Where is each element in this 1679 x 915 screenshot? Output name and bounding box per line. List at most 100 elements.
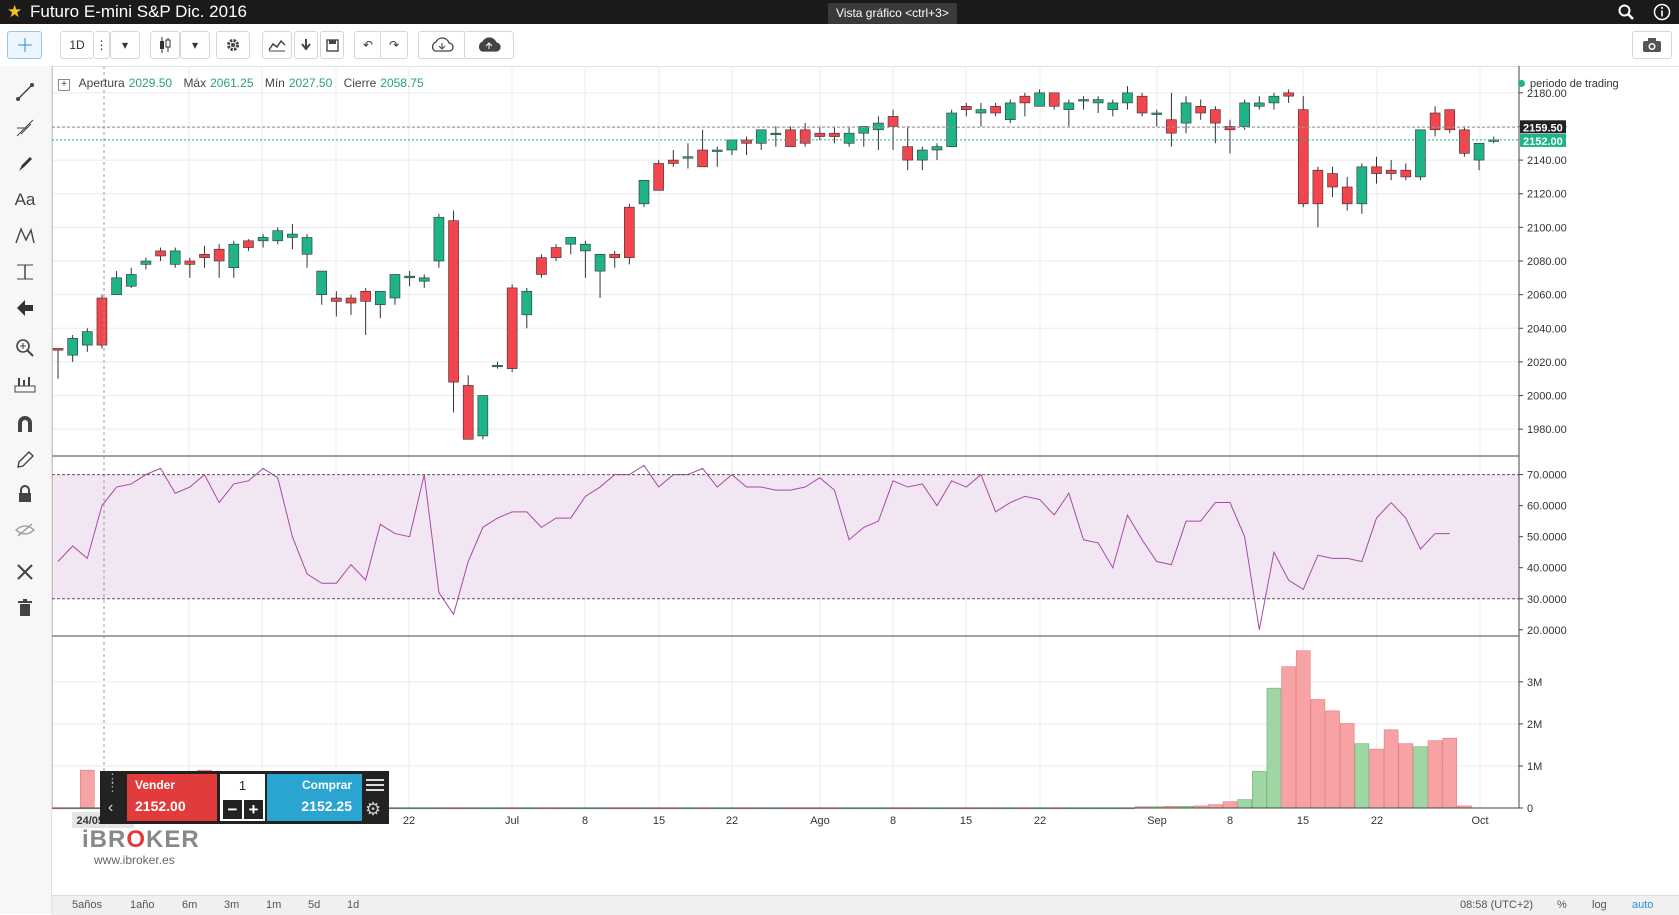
legend-close-label: Cierre bbox=[343, 76, 377, 90]
ruler-icon[interactable] bbox=[10, 370, 40, 398]
candle-body bbox=[1166, 119, 1177, 134]
undo-icon[interactable]: ↶ bbox=[354, 31, 382, 59]
crosshair-tool-button[interactable] bbox=[7, 31, 42, 59]
cloud-upload-icon[interactable] bbox=[464, 31, 514, 59]
range-6m-button[interactable]: 6m bbox=[182, 899, 197, 911]
candle-body bbox=[331, 297, 342, 302]
title-bar: ★ Futuro E-mini S&P Dic. 2016 Vista gráf… bbox=[0, 0, 1679, 24]
range-3m-button[interactable]: 3m bbox=[224, 899, 239, 911]
candlestick-type-icon[interactable] bbox=[150, 31, 180, 59]
legend-low-label: Mín bbox=[264, 76, 285, 90]
lock-icon[interactable] bbox=[10, 480, 40, 508]
zoom-icon[interactable] bbox=[10, 334, 40, 362]
percent-scale-button[interactable]: % bbox=[1557, 899, 1567, 911]
auto-scale-button[interactable]: auto bbox=[1632, 899, 1653, 911]
candle-body bbox=[257, 237, 269, 242]
candle-body bbox=[946, 112, 957, 147]
sell-price: 2152.00 bbox=[135, 798, 186, 814]
log-scale-button[interactable]: log bbox=[1592, 899, 1607, 911]
vol-tick-label: 0 bbox=[1527, 803, 1533, 815]
clock: 08:58 (UTC+2) bbox=[1460, 899, 1534, 911]
candle-body bbox=[360, 290, 371, 302]
cloud-download-icon[interactable] bbox=[418, 31, 466, 59]
download-icon[interactable] bbox=[294, 31, 318, 59]
candle-body bbox=[667, 159, 679, 164]
camera-icon[interactable] bbox=[1632, 31, 1672, 59]
candle-body bbox=[990, 105, 1001, 114]
legend-toggle-icon[interactable]: + bbox=[58, 79, 70, 91]
sell-button[interactable]: Vender 2152.00 bbox=[127, 774, 217, 821]
volume-bar bbox=[1339, 723, 1355, 809]
time-tick-label: Oct bbox=[1471, 815, 1488, 827]
increase-quantity-button[interactable]: + bbox=[244, 800, 263, 819]
candle-body bbox=[448, 220, 459, 383]
magnet-icon[interactable] bbox=[10, 410, 40, 438]
panel-menu-icon[interactable] bbox=[366, 776, 384, 794]
measure-icon[interactable] bbox=[10, 258, 40, 286]
legend-low-value: 2027.50 bbox=[288, 76, 333, 90]
candle-body bbox=[1004, 102, 1016, 121]
tools-icon[interactable] bbox=[10, 558, 40, 586]
interval-dropdown-icon[interactable]: ▾ bbox=[110, 31, 140, 59]
drawing-tools-sidebar: Aa bbox=[0, 66, 52, 914]
ohlc-legend: + Apertura 2029.50 Máx 2061.25 Mín 2027.50 … bbox=[58, 76, 1478, 96]
volume-bar bbox=[1325, 710, 1340, 809]
redo-icon[interactable]: ↷ bbox=[380, 31, 408, 59]
candle-body bbox=[1312, 169, 1324, 205]
candle-body bbox=[770, 132, 782, 135]
chart-type-dropdown-icon[interactable]: ▾ bbox=[180, 31, 210, 59]
candle-body bbox=[902, 146, 914, 161]
time-tick-label: 22 bbox=[403, 815, 415, 827]
arrow-left-icon[interactable] bbox=[10, 294, 40, 322]
candle-body bbox=[873, 122, 884, 131]
candle-body bbox=[580, 243, 591, 252]
range-5y-button[interactable]: 5años bbox=[72, 899, 102, 911]
hide-eye-icon[interactable] bbox=[10, 516, 40, 544]
range-1m-button[interactable]: 1m bbox=[266, 899, 281, 911]
search-icon[interactable] bbox=[1610, 0, 1642, 24]
panel-settings-gear-icon[interactable]: ⚙ bbox=[365, 799, 381, 820]
candle-body bbox=[1019, 95, 1031, 104]
pattern-icon[interactable] bbox=[10, 222, 40, 250]
ibroker-logo: iBROKER bbox=[82, 826, 200, 853]
candle-body bbox=[931, 146, 943, 151]
panel-collapse-icon[interactable]: ‹ bbox=[108, 799, 113, 817]
candle-body bbox=[1239, 102, 1250, 127]
candle-body bbox=[462, 385, 474, 440]
interval-button[interactable]: 1D bbox=[60, 31, 94, 59]
favorite-star-icon[interactable]: ★ bbox=[7, 2, 22, 22]
volume-bar bbox=[1281, 666, 1296, 809]
candle-body bbox=[374, 290, 386, 306]
candle-body bbox=[1400, 169, 1412, 178]
price-tick-label: 1980.00 bbox=[1527, 424, 1567, 436]
indicators-icon[interactable] bbox=[262, 31, 292, 59]
time-tick-label: Jul bbox=[505, 815, 519, 827]
decrease-quantity-button[interactable]: − bbox=[223, 800, 242, 819]
candle-body bbox=[1385, 169, 1397, 174]
candle-body bbox=[565, 237, 577, 245]
save-icon[interactable] bbox=[320, 31, 344, 59]
volume-bar bbox=[1383, 729, 1399, 809]
candlestick-series bbox=[52, 86, 1499, 440]
panel-drag-handle-icon[interactable]: ⋮ ⋮ bbox=[106, 772, 119, 793]
candle-body bbox=[199, 253, 210, 258]
rsi-tick-label: 50.0000 bbox=[1527, 532, 1567, 544]
quantity-stepper[interactable]: 1 − + bbox=[220, 774, 265, 821]
trend-line-icon[interactable] bbox=[10, 78, 40, 106]
pencil-lock-icon[interactable] bbox=[10, 446, 40, 474]
quantity-value[interactable]: 1 bbox=[220, 778, 265, 793]
text-tool-icon[interactable]: Aa bbox=[10, 186, 40, 214]
gear-icon[interactable] bbox=[216, 31, 250, 59]
range-1d-button[interactable]: 1d bbox=[347, 899, 359, 911]
candle-body bbox=[433, 216, 445, 262]
candle-body bbox=[653, 163, 664, 191]
range-1y-button[interactable]: 1año bbox=[130, 899, 154, 911]
range-5d-button[interactable]: 5d bbox=[308, 899, 320, 911]
interval-menu-icon[interactable]: ⋮ bbox=[94, 31, 110, 59]
info-icon[interactable] bbox=[1646, 0, 1678, 24]
candle-body bbox=[301, 237, 313, 255]
brush-icon[interactable] bbox=[10, 150, 40, 178]
buy-button[interactable]: Comprar 2152.25 bbox=[267, 774, 362, 821]
trash-icon[interactable] bbox=[10, 594, 40, 622]
fibonacci-icon[interactable] bbox=[10, 114, 40, 142]
